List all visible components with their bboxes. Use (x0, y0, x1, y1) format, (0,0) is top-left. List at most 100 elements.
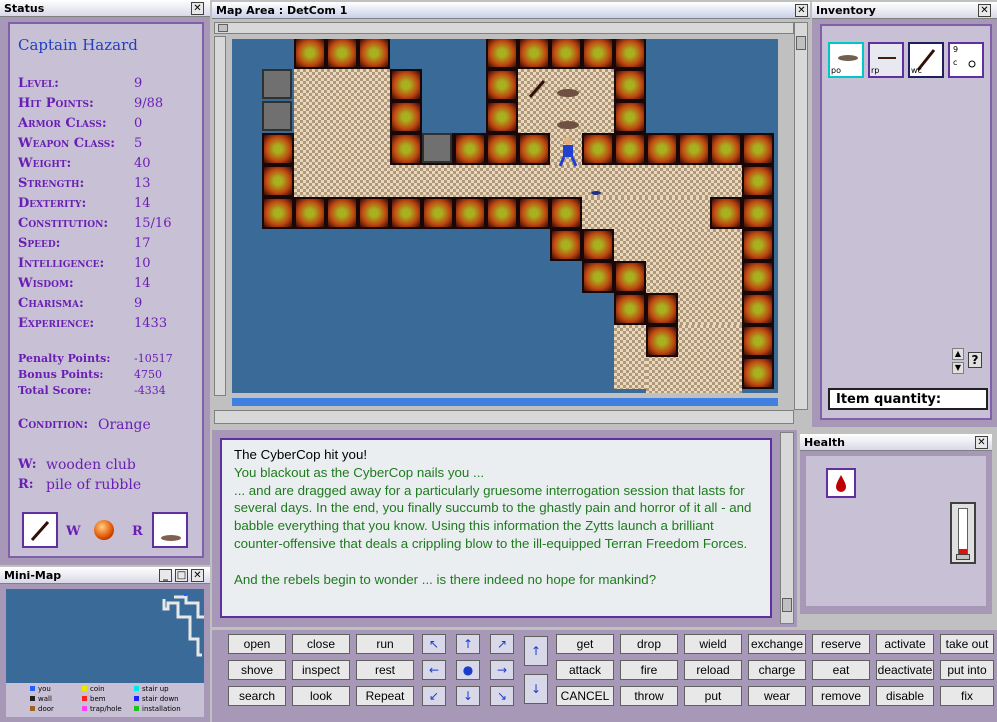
command-bar: open shove search close inspect look run rest Re… (212, 630, 997, 722)
cmd-eat-button[interactable]: eat (812, 660, 870, 680)
cmd-activate-button[interactable]: activate (876, 634, 934, 654)
weapon-slot[interactable] (22, 512, 58, 548)
wall-tile (550, 39, 582, 69)
inventory-slot-po[interactable]: po (828, 42, 864, 78)
legend-item: installation (134, 705, 181, 713)
wall-tile (582, 261, 614, 293)
inventory-slot-wc[interactable]: wc (908, 42, 944, 78)
minimize-icon[interactable]: _ (159, 569, 172, 582)
cmd-drop-button[interactable]: drop (620, 634, 678, 654)
club-item-icon (528, 80, 546, 98)
legend-label: wall (38, 695, 52, 703)
door-icon[interactable] (422, 133, 452, 163)
map-hscroll-top[interactable] (214, 22, 794, 34)
cmd-wear-button[interactable]: wear (748, 686, 806, 706)
ready-slot[interactable] (152, 512, 188, 548)
cmd-run-button[interactable]: run (356, 634, 414, 654)
cmd-put-button[interactable]: put (684, 686, 742, 706)
wall-tile (390, 133, 422, 165)
cmd-rest-button[interactable]: rest (356, 660, 414, 680)
message-scrollbar[interactable] (780, 432, 794, 624)
move-arrow-icon[interactable]: ↙ (422, 686, 446, 706)
maximize-icon[interactable]: □ (175, 569, 188, 582)
help-button[interactable]: ? (968, 352, 982, 368)
points-label: Bonus Points: (18, 368, 104, 381)
orb-icon[interactable] (94, 520, 114, 540)
stat-value: 15/16 (134, 216, 172, 231)
cmd-fire-button[interactable]: fire (620, 660, 678, 680)
inventory-slot-rp[interactable]: rp (868, 42, 904, 78)
wall-tile (582, 229, 614, 261)
stat-label: Weight: (18, 156, 72, 171)
scroll-thumb[interactable] (218, 24, 228, 32)
map-hscroll[interactable] (214, 410, 794, 424)
cmd-inspect-button[interactable]: inspect (292, 660, 350, 680)
cmd-shove-button[interactable]: shove (228, 660, 286, 680)
cmd-open-button[interactable]: open (228, 634, 286, 654)
close-icon[interactable]: ✕ (191, 2, 204, 15)
move-arrow-icon[interactable]: ← (422, 660, 446, 680)
cmd-search-button[interactable]: search (228, 686, 286, 706)
slot-label: po (831, 66, 841, 75)
cmd-throw-button[interactable]: throw (620, 686, 678, 706)
move-arrow-icon[interactable]: → (490, 660, 514, 680)
cmd-close-button[interactable]: close (292, 634, 350, 654)
stair-down-icon[interactable]: ↓ (524, 674, 548, 704)
move-arrow-icon[interactable]: ↓ (456, 686, 480, 706)
message-line: You blackout as the CyberCop nails you .… (234, 464, 485, 480)
legend-swatch (30, 696, 35, 701)
wall-tile (518, 197, 550, 229)
minimap-view[interactable] (6, 589, 204, 683)
cmd-remove-button[interactable]: remove (812, 686, 870, 706)
close-icon[interactable]: ✕ (975, 436, 988, 449)
cmd-put-into-button[interactable]: put into (940, 660, 994, 680)
door-icon[interactable] (262, 69, 292, 99)
wall-tile (614, 69, 646, 101)
inv-scroll-down-icon[interactable]: ▼ (952, 362, 964, 374)
cmd-repeat-button[interactable]: Repeat (356, 686, 414, 706)
cmd-reload-button[interactable]: reload (684, 660, 742, 680)
legend-item: stair up (134, 685, 169, 693)
legend-label: installation (142, 705, 181, 713)
message-scroll-thumb[interactable] (782, 598, 792, 612)
cmd-fix-button[interactable]: fix (940, 686, 994, 706)
map-vscroll[interactable] (794, 22, 808, 410)
floor-region (582, 197, 710, 229)
wall-tile (742, 133, 774, 165)
cmd-disable-button[interactable]: disable (876, 686, 934, 706)
inventory-panel: Inventory ✕ po rp wc 9 c ▲ ▼ ? Item quan… (812, 2, 997, 427)
cmd-cancel-button[interactable]: CANCEL (556, 686, 614, 706)
cmd-take-out-button[interactable]: take out (940, 634, 994, 654)
move-arrow-icon[interactable]: ↗ (490, 634, 514, 654)
close-icon[interactable]: ✕ (978, 4, 991, 17)
item-quantity-field[interactable]: Item quantity: (828, 388, 988, 410)
close-icon[interactable]: ✕ (191, 569, 204, 582)
cmd-reserve-button[interactable]: reserve (812, 634, 870, 654)
cmd-deactivate-button[interactable]: deactivate (876, 660, 934, 680)
move-arrow-icon[interactable]: ↑ (456, 634, 480, 654)
cmd-charge-button[interactable]: charge (748, 660, 806, 680)
legend-item: coin (82, 685, 105, 693)
close-icon[interactable]: ✕ (795, 4, 808, 17)
move-arrow-icon[interactable]: ↖ (422, 634, 446, 654)
cmd-attack-button[interactable]: attack (556, 660, 614, 680)
cmd-wield-button[interactable]: wield (684, 634, 742, 654)
inventory-slot-c[interactable]: 9 c (948, 42, 984, 78)
cmd-exchange-button[interactable]: exchange (748, 634, 806, 654)
stair-up-icon[interactable]: ↑ (524, 636, 548, 666)
map-vscroll-thumb[interactable] (796, 36, 806, 50)
slot-label: wc (911, 66, 922, 75)
door-icon[interactable] (262, 101, 292, 131)
map-viewport[interactable] (232, 39, 778, 393)
stat-value: 1433 (134, 316, 168, 331)
player-icon (558, 137, 578, 167)
inv-scroll-up-icon[interactable]: ▲ (952, 348, 964, 360)
wall-tile (454, 197, 486, 229)
cmd-look-button[interactable]: look (292, 686, 350, 706)
move-arrow-icon[interactable]: ● (456, 660, 480, 680)
stat-label: Level: (18, 76, 59, 91)
move-arrow-icon[interactable]: ↘ (490, 686, 514, 706)
cmd-get-button[interactable]: get (556, 634, 614, 654)
map-vscroll-left[interactable] (214, 36, 226, 396)
stat-label: Constitution: (18, 216, 109, 231)
